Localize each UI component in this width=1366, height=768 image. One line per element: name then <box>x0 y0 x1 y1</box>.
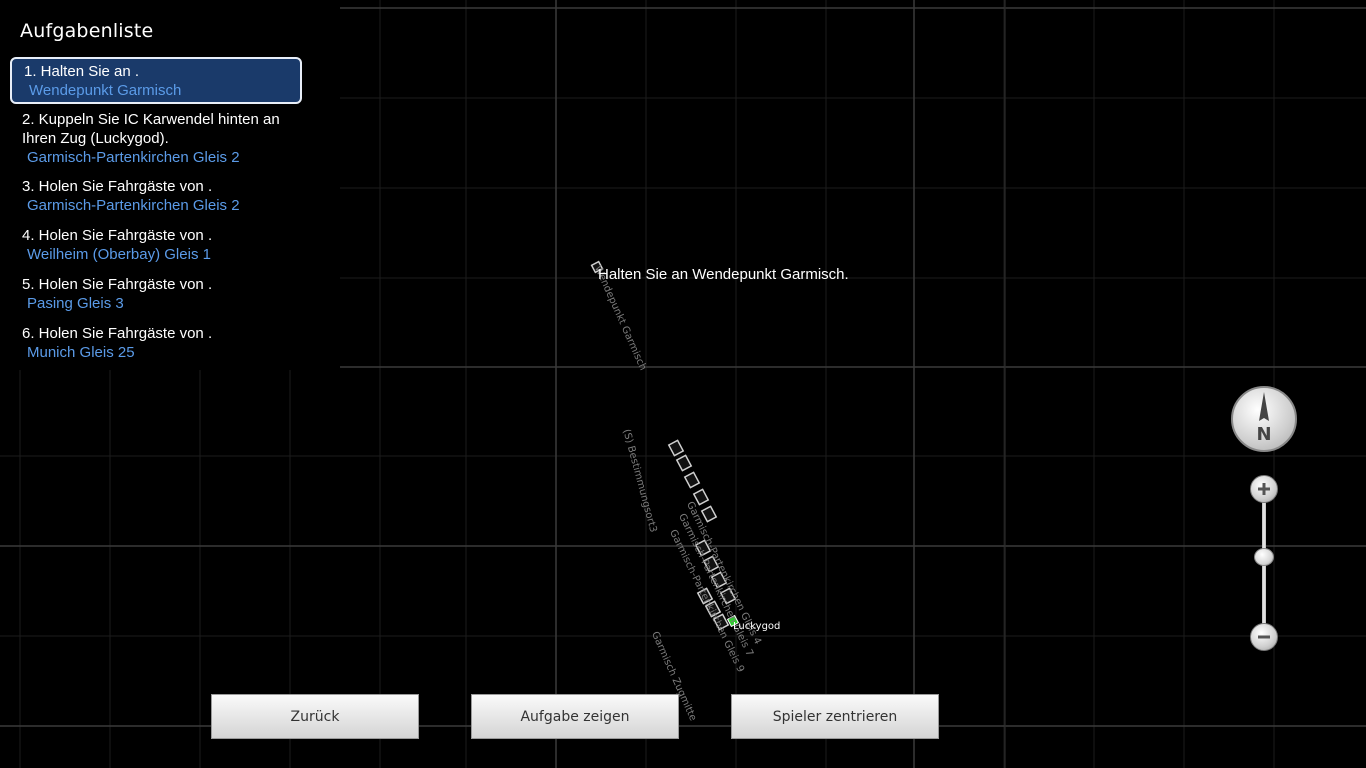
back-button[interactable]: Zurück <box>211 694 419 739</box>
task-location: Weilheim (Oberbay) Gleis 1 <box>27 246 211 263</box>
task-text: 4. Holen Sie Fahrgäste von . <box>22 227 213 244</box>
task-item-6[interactable]: 6. Holen Sie Fahrgäste von . Munich Glei… <box>10 321 302 364</box>
task-list-title: Aufgabenliste <box>20 20 154 42</box>
task-text: 6. Holen Sie Fahrgäste von . <box>22 325 213 342</box>
task-text: 1. Halten Sie an . <box>24 63 140 80</box>
task-item-4[interactable]: 4. Holen Sie Fahrgäste von . Weilheim (O… <box>10 223 302 266</box>
task-location: Garmisch-Partenkirchen Gleis 2 <box>27 149 240 166</box>
task-location: Wendepunkt Garmisch <box>29 82 182 99</box>
task-text: 2. Kuppeln Sie IC Karwendel hinten an Ih… <box>22 111 280 147</box>
task-location: Garmisch-Partenkirchen Gleis 2 <box>27 197 240 214</box>
task-list-panel: Aufgabenliste 1. Halten Sie an . Wendepu… <box>0 0 340 370</box>
compass-letter: N <box>1256 424 1272 445</box>
task-text: 5. Holen Sie Fahrgäste von . <box>22 276 213 293</box>
task-text: 3. Holen Sie Fahrgäste von . <box>22 178 213 195</box>
zoom-slider-thumb[interactable] <box>1254 548 1274 566</box>
minus-icon[interactable] <box>1250 623 1278 651</box>
show-task-button[interactable]: Aufgabe zeigen <box>471 694 679 739</box>
map-task-caption: Halten Sie an Wendepunkt Garmisch. <box>598 266 849 283</box>
task-item-5[interactable]: 5. Holen Sie Fahrgäste von . Pasing Glei… <box>10 272 302 315</box>
task-item-3[interactable]: 3. Holen Sie Fahrgäste von . Garmisch-Pa… <box>10 174 302 217</box>
player-name-label: Luckygod <box>733 621 781 632</box>
task-location: Pasing Gleis 3 <box>27 295 124 312</box>
plus-icon[interactable] <box>1250 475 1278 503</box>
game-screen: Wendepunkt Garmisch (S) Bestimmungsort3 … <box>0 0 1366 768</box>
task-location: Munich Gleis 25 <box>27 344 135 361</box>
compass-north-icon[interactable]: N <box>1231 386 1297 452</box>
center-player-button[interactable]: Spieler zentrieren <box>731 694 939 739</box>
task-item-2[interactable]: 2. Kuppeln Sie IC Karwendel hinten an Ih… <box>10 107 302 169</box>
task-item-1[interactable]: 1. Halten Sie an . Wendepunkt Garmisch <box>10 57 302 104</box>
